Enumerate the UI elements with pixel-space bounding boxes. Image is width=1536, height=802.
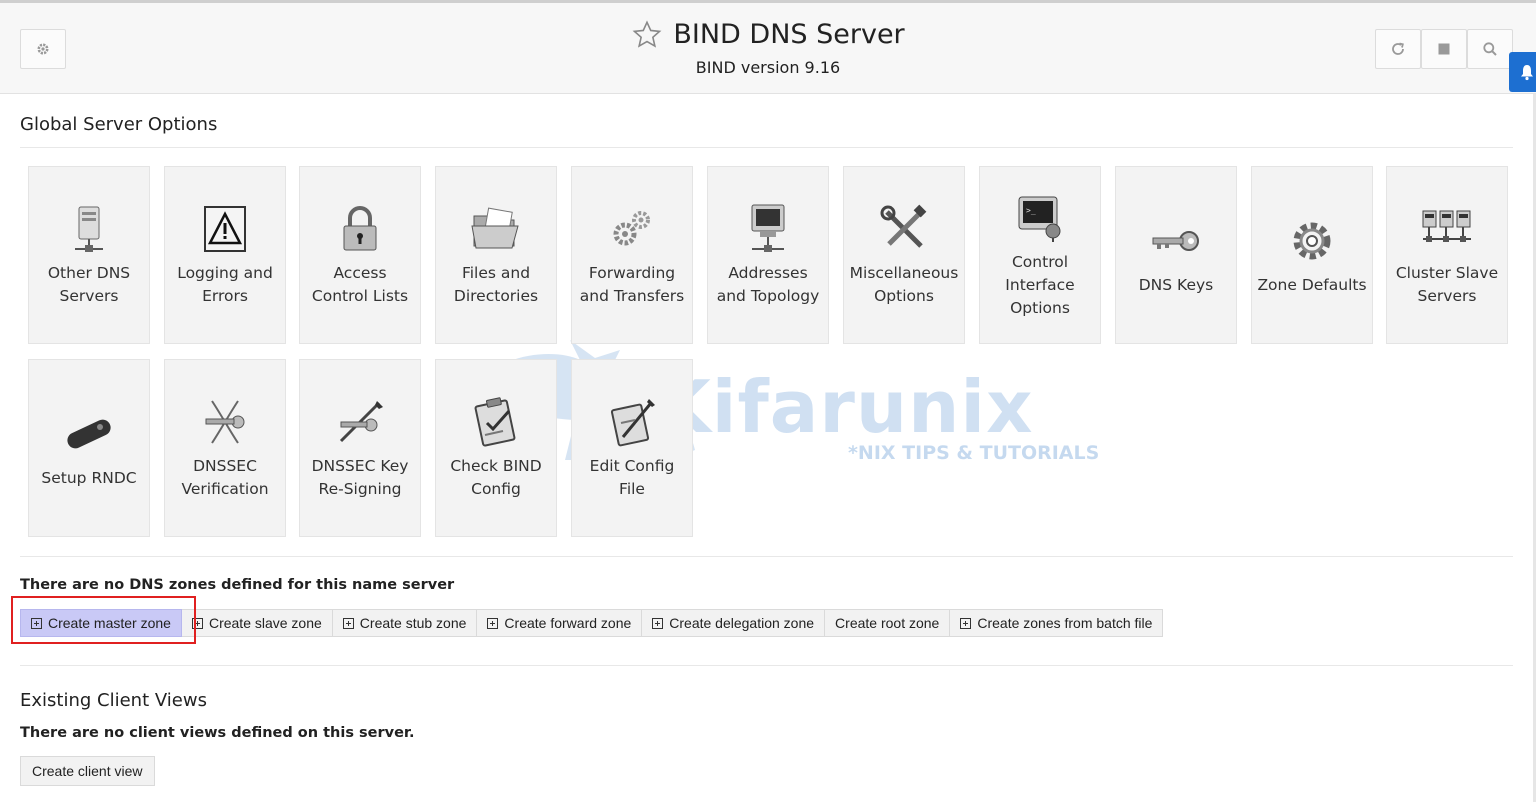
tile-label: Files and Directories [453, 264, 539, 305]
cluster-icon [1422, 210, 1471, 242]
dnssec-verify-icon [205, 400, 245, 444]
tile-edit-config-file[interactable]: Edit Config File [571, 359, 693, 537]
plus-box-icon [960, 617, 972, 629]
plus-box-icon [487, 617, 499, 629]
tile-check-bind-config[interactable]: Check BIND Config [435, 359, 557, 537]
gears-icon [613, 211, 650, 246]
tile-label: Forwarding and Transfers [579, 264, 685, 305]
remote-control-icon [67, 419, 111, 448]
tile-forwarding-and-transfers[interactable]: Forwarding and Transfers [571, 166, 693, 344]
create-slave-zone-button[interactable]: Create slave zone [181, 609, 333, 637]
highlight-annotation [11, 596, 196, 644]
create-root-zone-button[interactable]: Create root zone [825, 609, 951, 637]
section-divider [20, 665, 1513, 666]
page-title: BIND DNS Server [673, 19, 905, 50]
create-forward-zone-button[interactable]: Create forward zone [477, 609, 643, 637]
lock-icon [343, 206, 377, 251]
tools-icon [880, 204, 927, 248]
tile-label: Access Control Lists [311, 264, 409, 305]
key-icon [1152, 230, 1199, 251]
tile-dns-keys[interactable]: DNS Keys [1115, 166, 1237, 344]
page-subtitle: BIND version 9.16 [695, 58, 841, 77]
section-divider [20, 147, 1513, 148]
notifications-tab[interactable] [1509, 52, 1536, 92]
tile-addresses-and-topology[interactable]: Addresses and Topology [707, 166, 829, 344]
pen-key-icon [339, 401, 383, 443]
button-label: Create root zone [835, 615, 940, 631]
tile-label: Logging and Errors [177, 264, 273, 305]
clipboard-check-icon [474, 397, 516, 447]
create-zones-from-batch-file-button[interactable]: Create zones from batch file [950, 609, 1164, 637]
folder-icon [471, 207, 519, 249]
tile-label: Control Interface Options [1005, 252, 1075, 317]
tile-label: DNSSEC Verification [181, 457, 269, 498]
section-divider [20, 556, 1513, 557]
watermark-tagline: *NIX TIPS & TUTORIALS [848, 442, 1100, 464]
tile-access-control-lists[interactable]: Access Control Lists [299, 166, 421, 344]
tile-label: Addresses and Topology [716, 264, 820, 305]
tile-label: Check BIND Config [450, 457, 542, 498]
tile-label: Miscellaneous Options [849, 264, 959, 305]
plus-box-icon [652, 617, 664, 629]
tile-label: Zone Defaults [1257, 275, 1367, 294]
warning-icon [204, 206, 246, 252]
tile-label: DNS Keys [1138, 275, 1214, 294]
monitor-network-icon [751, 204, 785, 252]
tile-setup-rndc[interactable]: Setup RNDC [28, 359, 150, 537]
tile-label: Other DNS Servers [47, 264, 131, 305]
tile-label: Edit Config File [589, 457, 675, 498]
svg-text:>_: >_ [1026, 206, 1036, 215]
server-icon [75, 206, 103, 252]
tile-label: DNSSEC Key Re-Signing [311, 457, 409, 498]
tile-other-dns-servers[interactable]: Other DNS Servers [28, 166, 150, 344]
edit-config-icon [610, 399, 655, 447]
button-label: Create stub zone [359, 615, 467, 631]
create-delegation-zone-button[interactable]: Create delegation zone [642, 609, 826, 637]
create-client-view-button[interactable]: Create client view [20, 756, 155, 786]
tile-label: Cluster Slave Servers [1395, 264, 1499, 305]
button-label: Create slave zone [208, 615, 322, 631]
tile-files-and-directories[interactable]: Files and Directories [435, 166, 557, 344]
create-stub-zone-button[interactable]: Create stub zone [332, 609, 478, 637]
star-icon[interactable] [631, 19, 663, 51]
tile-dnssec-verification[interactable]: DNSSEC Verification [164, 359, 286, 537]
button-label: Create forward zone [504, 615, 632, 631]
tile-control-interface-options[interactable]: >_ Control Interface Options [979, 166, 1101, 344]
tile-dnssec-key-re-signing[interactable]: DNSSEC Key Re-Signing [299, 359, 421, 537]
tile-zone-defaults[interactable]: Zone Defaults [1251, 166, 1373, 344]
no-client-views-message: There are no client views defined on thi… [20, 725, 415, 741]
button-label: Create delegation zone [669, 615, 815, 631]
cog-icon [1293, 222, 1331, 259]
tile-label: Setup RNDC [41, 468, 137, 487]
tile-miscellaneous-options[interactable]: Miscellaneous Options [843, 166, 965, 344]
no-zones-message: There are no DNS zones defined for this … [20, 577, 455, 593]
terminal-plug-icon: >_ [1018, 196, 1061, 242]
button-label: Create zones from batch file [977, 615, 1153, 631]
tile-logging-and-errors[interactable]: Logging and Errors [164, 166, 286, 344]
bell-icon [1521, 65, 1533, 81]
global-options-title: Global Server Options [20, 114, 218, 135]
watermark-brand: Kifarunix [655, 365, 1034, 449]
tile-cluster-slave-servers[interactable]: Cluster Slave Servers [1386, 166, 1508, 344]
page-header: BIND DNS Server BIND version 9.16 [0, 3, 1536, 94]
plus-box-icon [342, 617, 354, 629]
client-views-title: Existing Client Views [20, 690, 207, 711]
